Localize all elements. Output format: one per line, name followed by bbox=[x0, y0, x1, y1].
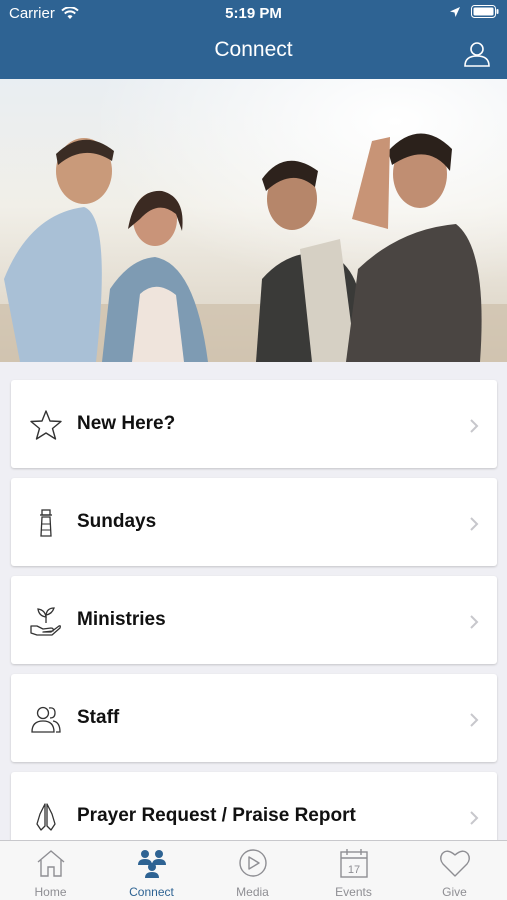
status-bar: Carrier 5:19 PM bbox=[0, 0, 507, 28]
status-time: 5:19 PM bbox=[225, 5, 282, 22]
chevron-right-icon bbox=[470, 517, 479, 531]
battery-icon bbox=[471, 5, 499, 18]
tab-label: Events bbox=[335, 885, 372, 899]
list-item-label: New Here? bbox=[77, 413, 176, 434]
chevron-right-icon bbox=[470, 713, 479, 727]
group-icon bbox=[138, 850, 166, 878]
status-right bbox=[449, 5, 499, 18]
list-item-label: Prayer Request / Praise Report bbox=[77, 805, 356, 826]
hero-illustration bbox=[0, 79, 507, 362]
praying-hands-icon bbox=[36, 803, 56, 831]
svg-text:17: 17 bbox=[348, 864, 360, 876]
list-item-staff[interactable]: Staff bbox=[11, 674, 497, 762]
profile-icon[interactable] bbox=[463, 40, 491, 68]
star-icon bbox=[30, 410, 62, 440]
page-title: Connect bbox=[214, 38, 293, 61]
tab-label: Give bbox=[442, 885, 467, 899]
tab-label: Connect bbox=[129, 885, 174, 899]
list-item-label: Sundays bbox=[77, 511, 157, 532]
calendar-icon: 17 bbox=[340, 849, 368, 878]
list-item-ministries[interactable]: Ministries bbox=[11, 576, 497, 664]
chevron-right-icon bbox=[470, 615, 479, 629]
chevron-right-icon bbox=[470, 419, 479, 433]
list-item-sundays[interactable]: Sundays bbox=[11, 478, 497, 566]
tab-label: Home bbox=[34, 885, 67, 899]
tab-label: Media bbox=[236, 885, 269, 899]
people-icon bbox=[31, 706, 61, 733]
tab-media[interactable]: Media bbox=[202, 841, 303, 900]
chevron-right-icon bbox=[470, 811, 479, 825]
list-item-new-here[interactable]: New Here? bbox=[11, 380, 497, 468]
top-bar: Carrier 5:19 PM Connect bbox=[0, 0, 507, 79]
lighthouse-icon bbox=[40, 509, 52, 537]
list-item-label: Staff bbox=[77, 707, 120, 728]
list-item-label: Ministries bbox=[77, 609, 166, 630]
play-icon bbox=[239, 849, 267, 877]
tab-home[interactable]: Home bbox=[0, 841, 101, 900]
hero-image bbox=[0, 79, 507, 362]
tab-connect[interactable]: Connect bbox=[101, 841, 202, 900]
tab-events[interactable]: 17 Events bbox=[303, 841, 404, 900]
hand-plant-icon bbox=[30, 607, 61, 636]
tab-give[interactable]: Give bbox=[404, 841, 505, 900]
heart-icon bbox=[440, 850, 470, 877]
tab-bar: Home Connect Media 17 Events Give bbox=[0, 840, 507, 900]
location-arrow-icon bbox=[450, 6, 460, 17]
house-icon bbox=[37, 850, 65, 877]
